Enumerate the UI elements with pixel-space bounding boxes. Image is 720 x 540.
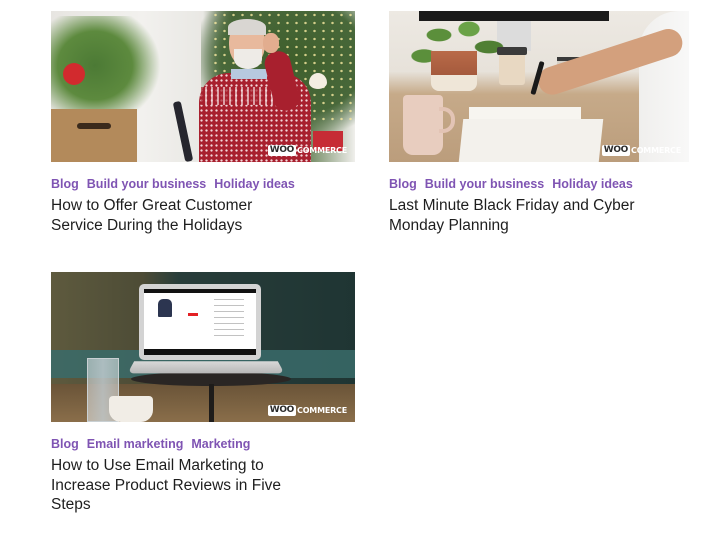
post-title[interactable]: How to Offer Great Customer Service Duri… <box>51 196 301 235</box>
heart-ornament-decor <box>309 73 327 89</box>
post-title[interactable]: How to Use Email Marketing to Increase P… <box>51 456 301 515</box>
tag-link[interactable]: Blog <box>51 177 79 191</box>
woocommerce-logo: WOO COMMERCE <box>267 145 347 156</box>
post-tags: Blog Email marketing Marketing <box>51 437 355 451</box>
post-card: WOO COMMERCE Blog Build your business Ho… <box>389 11 689 235</box>
woo-logo-badge: WOO <box>601 145 631 156</box>
planner-decor <box>458 119 604 162</box>
pot-decor <box>51 109 137 162</box>
post-card: WOO COMMERCE Blog Email marketing Market… <box>51 272 355 515</box>
tag-link[interactable]: Email marketing <box>87 437 184 451</box>
tag-link[interactable]: Holiday ideas <box>552 177 633 191</box>
woo-logo-badge: WOO <box>267 145 297 156</box>
tag-link[interactable]: Blog <box>389 177 417 191</box>
hair-decor <box>228 19 266 35</box>
woo-logo-text: COMMERCE <box>297 406 347 415</box>
woocommerce-logo: WOO COMMERCE <box>601 145 681 156</box>
woo-logo-text: COMMERCE <box>297 146 347 155</box>
sidebar-lines-decor <box>214 299 244 339</box>
post-title[interactable]: Last Minute Black Friday and Cyber Monda… <box>389 196 639 235</box>
laptop-screen-decor <box>139 284 261 360</box>
tag-link[interactable]: Build your business <box>87 177 206 191</box>
flower-decor <box>63 63 85 85</box>
plant-pot-decor <box>431 51 477 91</box>
cup-lid-decor <box>497 47 527 55</box>
hand-decor <box>263 33 279 53</box>
post-tags: Blog Build your business Holiday ideas <box>51 177 355 191</box>
laptop-display-decor <box>144 289 256 355</box>
coffee-cup-decor <box>499 51 525 85</box>
post-thumbnail[interactable]: WOO COMMERCE <box>51 272 355 422</box>
post-thumbnail[interactable]: WOO COMMERCE <box>51 11 355 162</box>
wheelchair-decor <box>172 100 194 162</box>
woocommerce-logo: WOO COMMERCE <box>267 405 347 416</box>
mug-handle-decor <box>439 107 455 133</box>
add-to-cart-decor <box>188 313 198 316</box>
collar-decor <box>231 69 267 79</box>
pot-slot-decor <box>77 123 111 129</box>
woo-logo-badge: WOO <box>267 405 297 416</box>
table-leg-decor <box>209 384 214 422</box>
laptop-keyboard-decor <box>127 361 285 374</box>
hoodie-product-decor <box>158 299 172 317</box>
beard-decor <box>234 49 262 69</box>
tag-link[interactable]: Marketing <box>191 437 250 451</box>
woo-logo-text: COMMERCE <box>631 146 681 155</box>
mug-decor <box>403 95 443 155</box>
post-thumbnail[interactable]: WOO COMMERCE <box>389 11 689 162</box>
coffee-cup-decor <box>109 396 153 422</box>
tag-link[interactable]: Build your business <box>425 177 544 191</box>
post-card: WOO COMMERCE Blog Build your business Ho… <box>51 11 355 235</box>
tag-link[interactable]: Blog <box>51 437 79 451</box>
post-tags: Blog Build your business Holiday ideas <box>389 177 689 191</box>
tag-link[interactable]: Holiday ideas <box>214 177 295 191</box>
